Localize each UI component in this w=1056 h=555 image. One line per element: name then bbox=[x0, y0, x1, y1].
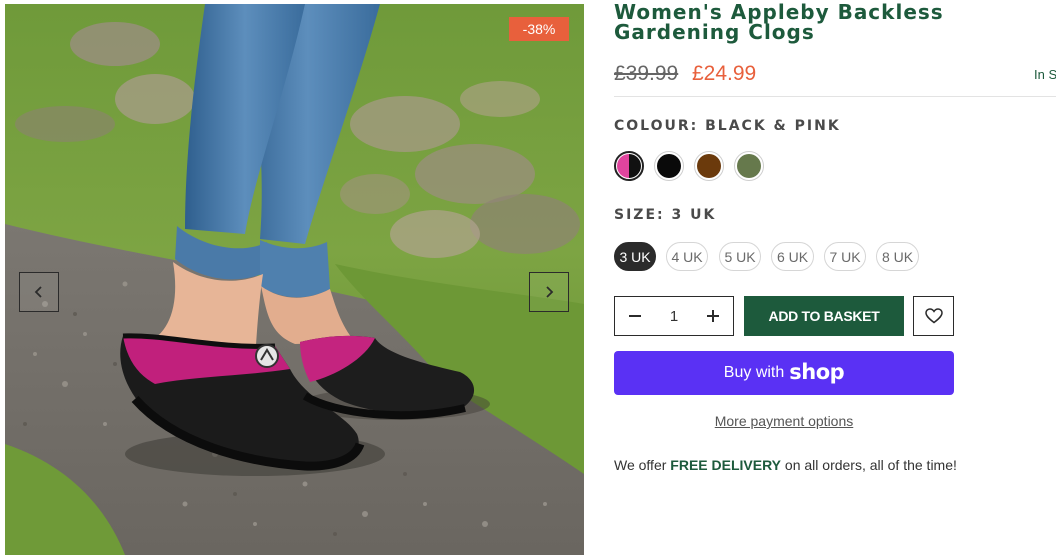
size-option-6uk[interactable]: 6 UK bbox=[771, 242, 814, 271]
plus-icon bbox=[707, 310, 719, 322]
swatch-colour bbox=[737, 154, 761, 178]
quantity-stepper bbox=[614, 296, 734, 336]
colour-swatch-black-pink[interactable] bbox=[614, 151, 644, 181]
delivery-suffix: on all orders, all of the time! bbox=[781, 457, 957, 473]
wishlist-button[interactable] bbox=[913, 296, 954, 336]
size-option-3uk[interactable]: 3 UK bbox=[614, 242, 656, 271]
original-price: £39.99 bbox=[614, 62, 679, 85]
previous-image-button[interactable] bbox=[19, 272, 59, 312]
minus-icon bbox=[629, 315, 641, 317]
size-label: SIZE: 3 UK bbox=[614, 207, 717, 223]
size-option-5uk[interactable]: 5 UK bbox=[719, 242, 761, 271]
chevron-left-icon bbox=[34, 286, 42, 298]
shop-pay-logo: shop bbox=[789, 359, 845, 384]
size-option-7uk[interactable]: 7 UK bbox=[824, 242, 866, 271]
shop-pay-button[interactable]: Buy with shop bbox=[614, 351, 954, 395]
product-image-gallery: -38% bbox=[5, 4, 584, 555]
stock-status: In S bbox=[1034, 67, 1056, 82]
swatch-colour bbox=[617, 154, 641, 178]
product-photo bbox=[5, 4, 584, 555]
sale-price: £24.99 bbox=[692, 62, 757, 85]
colour-swatch-brown[interactable] bbox=[694, 151, 724, 181]
price-row: £39.99 £24.99 In S bbox=[614, 62, 1056, 88]
delivery-highlight: FREE DELIVERY bbox=[670, 457, 782, 473]
size-option-8uk[interactable]: 8 UK bbox=[876, 242, 919, 271]
colour-swatch-green[interactable] bbox=[734, 151, 764, 181]
delivery-prefix: We offer bbox=[614, 457, 671, 473]
swatch-colour bbox=[657, 154, 681, 178]
heart-icon bbox=[924, 308, 943, 324]
next-image-button[interactable] bbox=[529, 272, 569, 312]
colour-swatch-black[interactable] bbox=[654, 151, 684, 181]
quantity-input[interactable] bbox=[655, 307, 693, 325]
size-option-4uk[interactable]: 4 UK bbox=[666, 242, 708, 271]
chevron-right-icon bbox=[546, 286, 554, 298]
delivery-note: We offer FREE DELIVERY on all orders, al… bbox=[614, 457, 957, 473]
increase-quantity-button[interactable] bbox=[693, 297, 733, 335]
shop-pay-lead: Buy with bbox=[723, 364, 785, 381]
product-title: Women's Appleby Backless Gardening Clogs bbox=[614, 0, 944, 44]
divider bbox=[614, 96, 1056, 97]
colour-label: COLOUR: BLACK & PINK bbox=[614, 118, 841, 134]
more-payment-options-link[interactable]: More payment options bbox=[614, 413, 954, 429]
swatch-colour bbox=[697, 154, 721, 178]
add-to-basket-button[interactable]: ADD TO BASKET bbox=[744, 296, 904, 336]
decrease-quantity-button[interactable] bbox=[615, 297, 655, 335]
discount-badge: -38% bbox=[509, 17, 569, 41]
